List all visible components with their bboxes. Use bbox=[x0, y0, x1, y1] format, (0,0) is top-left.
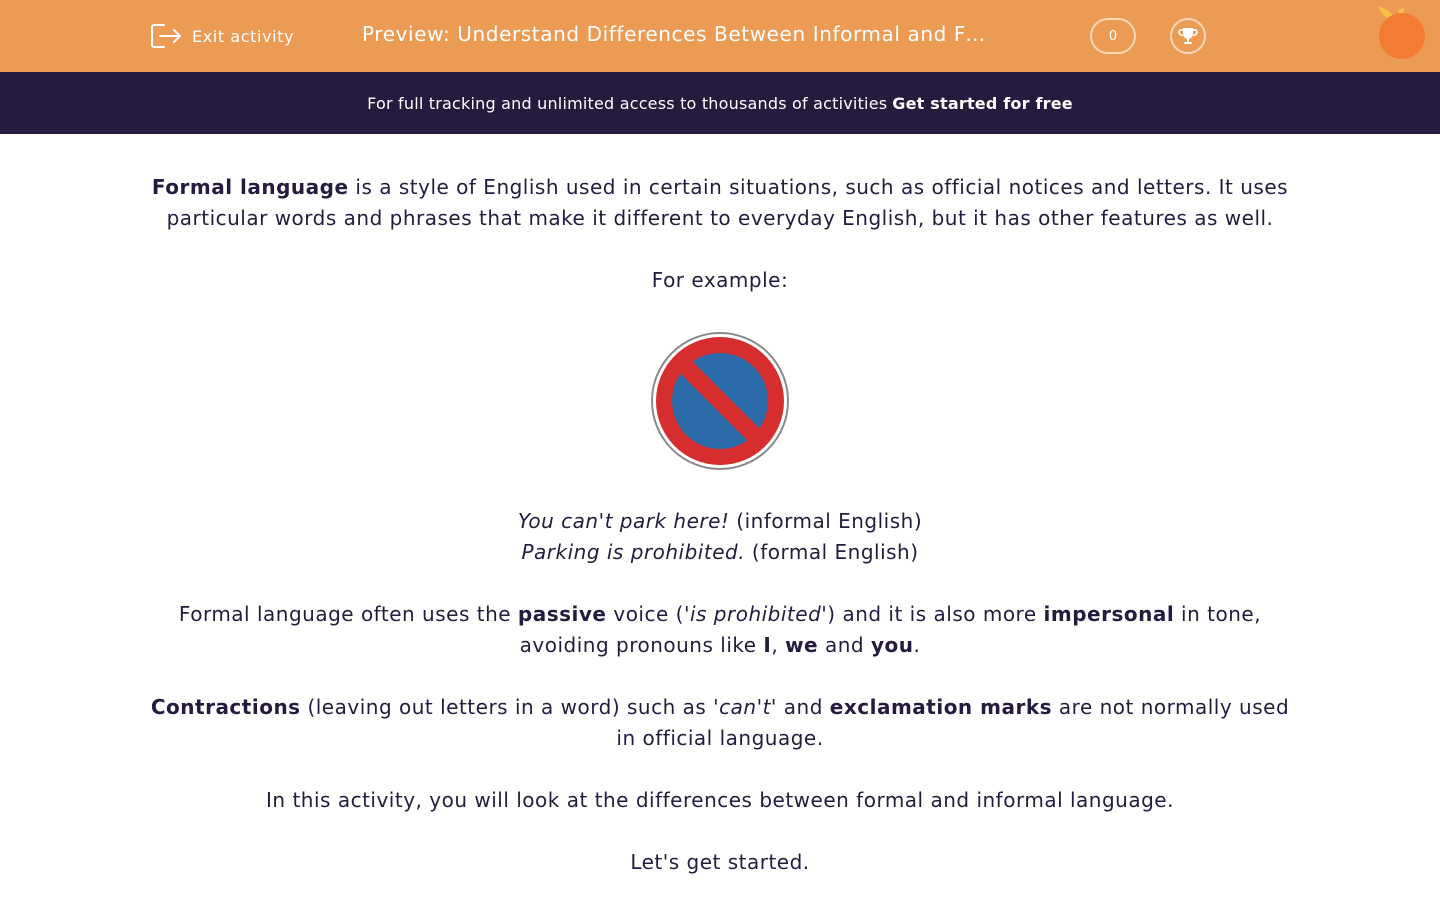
formal-quote: Parking is prohibited. bbox=[521, 540, 746, 564]
impersonal-term: impersonal bbox=[1043, 602, 1175, 626]
no-parking-sign-icon bbox=[651, 332, 789, 470]
upgrade-banner: For full tracking and unlimited access t… bbox=[0, 72, 1440, 134]
intro-paragraph: Formal language is a style of English us… bbox=[140, 172, 1300, 234]
passive-text-1: Formal language often uses the bbox=[178, 602, 518, 626]
banner-text: For full tracking and unlimited access t… bbox=[367, 93, 888, 113]
sign-illustration bbox=[140, 296, 1300, 506]
activity-description: In this activity, you will look at the d… bbox=[266, 788, 1174, 812]
formal-language-term: Formal language bbox=[151, 175, 349, 199]
activity-title: Preview: Understand Differences Between … bbox=[362, 22, 992, 46]
contractions-term: Contractions bbox=[150, 695, 301, 719]
exclamation-marks-term: exclamation marks bbox=[829, 695, 1053, 719]
passive-paragraph: Formal language often uses the passive v… bbox=[140, 599, 1300, 661]
contractions-paragraph: Contractions (leaving out letters in a w… bbox=[140, 692, 1300, 754]
for-example-label: For example: bbox=[651, 268, 789, 292]
passive-text-3: ') and it is also more bbox=[821, 602, 1044, 626]
is-prohibited-quote: is prohibited bbox=[689, 602, 822, 626]
informal-label: (informal English) bbox=[729, 509, 923, 533]
passive-text-6: and bbox=[818, 633, 871, 657]
contractions-text-1: (leaving out letters in a word) such as … bbox=[300, 695, 720, 719]
formal-label: (formal English) bbox=[745, 540, 919, 564]
informal-quote: You can't park here! bbox=[517, 509, 730, 533]
passive-text-5: , bbox=[771, 633, 786, 657]
start-line: Let's get started. bbox=[630, 850, 810, 874]
get-started-link[interactable]: Get started for free bbox=[892, 94, 1073, 113]
passive-text-2: voice (' bbox=[606, 602, 690, 626]
pronoun-we: we bbox=[785, 633, 819, 657]
formal-example: Parking is prohibited. (formal English) bbox=[140, 537, 1300, 568]
trophy-icon bbox=[1178, 28, 1198, 44]
cant-quote: can't bbox=[719, 695, 771, 719]
contractions-text-2: ' and bbox=[770, 695, 830, 719]
exit-activity-label: Exit activity bbox=[192, 26, 295, 46]
passive-text-7: . bbox=[913, 633, 921, 657]
informal-example: You can't park here! (informal English) bbox=[140, 506, 1300, 537]
exit-icon bbox=[151, 24, 181, 48]
passive-term: passive bbox=[517, 602, 607, 626]
orange-avatar-icon[interactable] bbox=[1374, 4, 1430, 62]
intro-content: Formal language is a style of English us… bbox=[140, 172, 1300, 878]
top-bar: Exit activity Preview: Understand Differ… bbox=[0, 0, 1440, 72]
pronoun-you: you bbox=[870, 633, 914, 657]
score-counter: 0 bbox=[1090, 18, 1136, 54]
exit-activity-button[interactable]: Exit activity bbox=[150, 20, 294, 52]
trophy-button[interactable] bbox=[1170, 18, 1206, 54]
